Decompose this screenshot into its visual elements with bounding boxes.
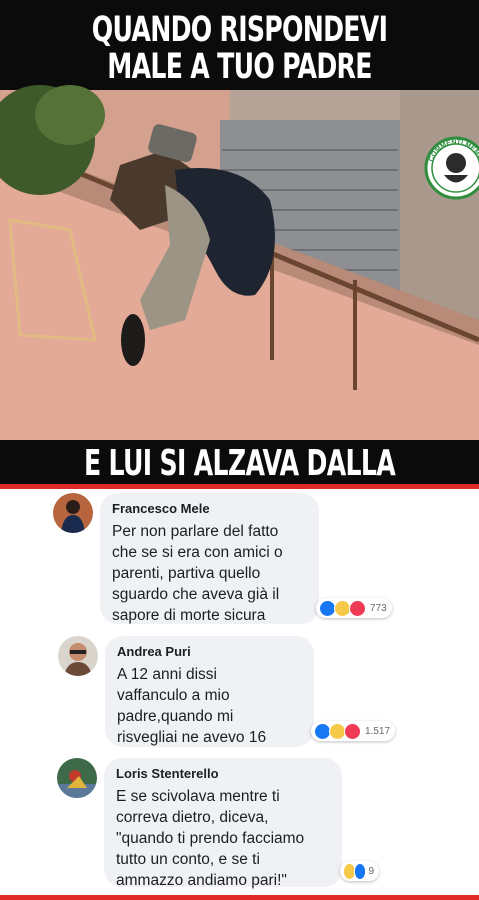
reaction-count: 1.517 xyxy=(365,725,391,737)
comment-author[interactable]: Andrea Puri xyxy=(117,644,302,659)
love-reaction-icon xyxy=(349,599,366,617)
like-reaction-icon xyxy=(353,862,367,880)
comment-text: Per non parlare del fatto che se si era … xyxy=(112,523,283,624)
comment-bubble: Loris Stenterello E se scivolava mentre … xyxy=(104,758,342,889)
comment-bubble: Francesco Mele Per non parlare del fatto… xyxy=(100,493,319,624)
avatar[interactable] xyxy=(57,758,97,798)
comment-text: E se scivolava mentre ti correva dietro,… xyxy=(116,788,305,889)
meme-image: COMMENTI MEMORABILI QUANDO RISPONDEVI MA… xyxy=(0,0,479,484)
avatar-photo xyxy=(53,493,93,533)
top-caption-line-1: QUANDO RISPONDEVI xyxy=(91,10,388,50)
reaction-count: 9 xyxy=(368,865,374,877)
avatar-photo xyxy=(57,758,97,798)
comment-author[interactable]: Francesco Mele xyxy=(112,501,307,516)
top-caption-line-2: MALE A TUO PADRE xyxy=(107,47,372,87)
reaction-count: 773 xyxy=(370,602,387,614)
bottom-caption: E LUI SI ALZAVA DALLA SEDIA xyxy=(83,443,396,485)
avatar-photo xyxy=(58,636,98,676)
avatar[interactable] xyxy=(53,493,93,533)
reactions-summary[interactable]: 9 xyxy=(340,861,379,881)
divider-bar xyxy=(0,484,479,489)
avatar[interactable] xyxy=(58,636,98,676)
comment-author[interactable]: Loris Stenterello xyxy=(116,766,330,781)
reactions-summary[interactable]: 1.517 xyxy=(311,721,396,741)
love-reaction-icon xyxy=(344,722,361,740)
reactions-summary[interactable]: 773 xyxy=(316,598,392,618)
comment-text: A 12 anni dissi vaffanculo a mio padre,q… xyxy=(117,666,267,746)
bottom-bar xyxy=(0,895,479,900)
top-caption: QUANDO RISPONDEVI MALE A TUO PADRE xyxy=(67,12,412,86)
comment-bubble: Andrea Puri A 12 anni dissi vaffanculo a… xyxy=(105,636,314,747)
